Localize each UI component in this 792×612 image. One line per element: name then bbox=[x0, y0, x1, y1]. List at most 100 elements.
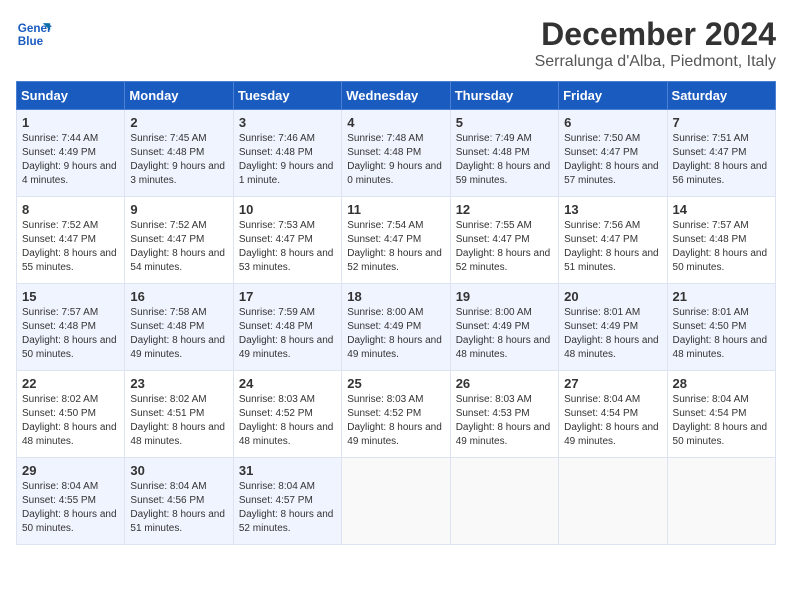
cell-details: Sunrise: 7:44 AMSunset: 4:49 PMDaylight:… bbox=[22, 132, 119, 188]
day-number: 18 bbox=[347, 289, 444, 304]
month-title: December 2024 bbox=[535, 16, 776, 53]
weekday-wednesday: Wednesday bbox=[342, 82, 450, 110]
calendar-cell: 1 Sunrise: 7:44 AMSunset: 4:49 PMDaylight… bbox=[17, 110, 125, 197]
calendar-cell: 9 Sunrise: 7:52 AMSunset: 4:47 PMDaylight… bbox=[125, 197, 233, 284]
calendar-cell: 27 Sunrise: 8:04 AMSunset: 4:54 PMDayligh… bbox=[559, 371, 667, 458]
calendar-cell: 13 Sunrise: 7:56 AMSunset: 4:47 PMDayligh… bbox=[559, 197, 667, 284]
day-number: 11 bbox=[347, 202, 444, 217]
weekday-thursday: Thursday bbox=[450, 82, 558, 110]
calendar-cell: 22 Sunrise: 8:02 AMSunset: 4:50 PMDayligh… bbox=[17, 371, 125, 458]
day-number: 4 bbox=[347, 115, 444, 130]
day-number: 17 bbox=[239, 289, 336, 304]
calendar-cell: 17 Sunrise: 7:59 AMSunset: 4:48 PMDayligh… bbox=[233, 284, 341, 371]
day-number: 16 bbox=[130, 289, 227, 304]
week-row-5: 29Sunrise: 8:04 AMSunset: 4:55 PMDayligh… bbox=[17, 458, 776, 545]
calendar-cell bbox=[450, 458, 558, 545]
calendar-cell bbox=[342, 458, 450, 545]
calendar-cell: 6 Sunrise: 7:50 AMSunset: 4:47 PMDaylight… bbox=[559, 110, 667, 197]
day-number: 28 bbox=[673, 376, 770, 391]
cell-details: Sunrise: 8:03 AMSunset: 4:52 PMDaylight:… bbox=[347, 393, 444, 449]
cell-details: Sunrise: 7:46 AMSunset: 4:48 PMDaylight:… bbox=[239, 132, 336, 188]
calendar-cell: 4 Sunrise: 7:48 AMSunset: 4:48 PMDaylight… bbox=[342, 110, 450, 197]
cell-details: Sunrise: 7:54 AMSunset: 4:47 PMDaylight:… bbox=[347, 219, 444, 275]
day-number: 25 bbox=[347, 376, 444, 391]
day-number: 10 bbox=[239, 202, 336, 217]
cell-details: Sunrise: 7:52 AMSunset: 4:47 PMDaylight:… bbox=[22, 219, 119, 275]
location-title: Serralunga d'Alba, Piedmont, Italy bbox=[535, 53, 776, 71]
cell-details: Sunrise: 8:02 AMSunset: 4:50 PMDaylight:… bbox=[22, 393, 119, 449]
week-row-4: 22 Sunrise: 8:02 AMSunset: 4:50 PMDayligh… bbox=[17, 371, 776, 458]
day-number: 7 bbox=[673, 115, 770, 130]
day-number: 21 bbox=[673, 289, 770, 304]
day-number: 15 bbox=[22, 289, 119, 304]
cell-details: Sunrise: 8:02 AMSunset: 4:51 PMDaylight:… bbox=[130, 393, 227, 449]
day-number: 6 bbox=[564, 115, 661, 130]
calendar-cell: 28Sunrise: 8:04 AMSunset: 4:54 PMDayligh… bbox=[667, 371, 775, 458]
calendar-cell: 3 Sunrise: 7:46 AMSunset: 4:48 PMDaylight… bbox=[233, 110, 341, 197]
cell-details: Sunrise: 8:03 AMSunset: 4:53 PMDaylight:… bbox=[456, 393, 553, 449]
weekday-header-row: SundayMondayTuesdayWednesdayThursdayFrid… bbox=[17, 82, 776, 110]
title-area: December 2024 Serralunga d'Alba, Piedmon… bbox=[535, 16, 776, 71]
calendar-table: SundayMondayTuesdayWednesdayThursdayFrid… bbox=[16, 81, 776, 545]
cell-details: Sunrise: 8:01 AMSunset: 4:50 PMDaylight:… bbox=[673, 306, 770, 362]
cell-details: Sunrise: 8:00 AMSunset: 4:49 PMDaylight:… bbox=[456, 306, 553, 362]
cell-details: Sunrise: 7:56 AMSunset: 4:47 PMDaylight:… bbox=[564, 219, 661, 275]
day-number: 19 bbox=[456, 289, 553, 304]
calendar-cell: 18Sunrise: 8:00 AMSunset: 4:49 PMDayligh… bbox=[342, 284, 450, 371]
calendar-body: 1 Sunrise: 7:44 AMSunset: 4:49 PMDaylight… bbox=[17, 110, 776, 545]
calendar-cell: 29Sunrise: 8:04 AMSunset: 4:55 PMDayligh… bbox=[17, 458, 125, 545]
calendar-cell: 5Sunrise: 7:49 AMSunset: 4:48 PMDaylight… bbox=[450, 110, 558, 197]
cell-details: Sunrise: 7:52 AMSunset: 4:47 PMDaylight:… bbox=[130, 219, 227, 275]
week-row-2: 8Sunrise: 7:52 AMSunset: 4:47 PMDaylight… bbox=[17, 197, 776, 284]
day-number: 1 bbox=[22, 115, 119, 130]
cell-details: Sunrise: 7:57 AMSunset: 4:48 PMDaylight:… bbox=[673, 219, 770, 275]
calendar-cell: 10Sunrise: 7:53 AMSunset: 4:47 PMDayligh… bbox=[233, 197, 341, 284]
calendar-cell: 31Sunrise: 8:04 AMSunset: 4:57 PMDayligh… bbox=[233, 458, 341, 545]
calendar-cell: 11 Sunrise: 7:54 AMSunset: 4:47 PMDayligh… bbox=[342, 197, 450, 284]
logo: General Blue bbox=[16, 16, 52, 52]
day-number: 20 bbox=[564, 289, 661, 304]
day-number: 22 bbox=[22, 376, 119, 391]
calendar-cell: 12 Sunrise: 7:55 AMSunset: 4:47 PMDayligh… bbox=[450, 197, 558, 284]
day-number: 27 bbox=[564, 376, 661, 391]
calendar-cell: 23 Sunrise: 8:02 AMSunset: 4:51 PMDayligh… bbox=[125, 371, 233, 458]
cell-details: Sunrise: 8:03 AMSunset: 4:52 PMDaylight:… bbox=[239, 393, 336, 449]
day-number: 12 bbox=[456, 202, 553, 217]
calendar-cell: 14 Sunrise: 7:57 AMSunset: 4:48 PMDayligh… bbox=[667, 197, 775, 284]
cell-details: Sunrise: 7:57 AMSunset: 4:48 PMDaylight:… bbox=[22, 306, 119, 362]
cell-details: Sunrise: 7:45 AMSunset: 4:48 PMDaylight:… bbox=[130, 132, 227, 188]
calendar-cell: 24 Sunrise: 8:03 AMSunset: 4:52 PMDayligh… bbox=[233, 371, 341, 458]
day-number: 14 bbox=[673, 202, 770, 217]
calendar-cell: 2Sunrise: 7:45 AMSunset: 4:48 PMDaylight… bbox=[125, 110, 233, 197]
cell-details: Sunrise: 7:59 AMSunset: 4:48 PMDaylight:… bbox=[239, 306, 336, 362]
calendar-cell bbox=[559, 458, 667, 545]
cell-details: Sunrise: 8:04 AMSunset: 4:55 PMDaylight:… bbox=[22, 480, 119, 536]
cell-details: Sunrise: 8:04 AMSunset: 4:54 PMDaylight:… bbox=[564, 393, 661, 449]
weekday-friday: Friday bbox=[559, 82, 667, 110]
calendar-cell: 25 Sunrise: 8:03 AMSunset: 4:52 PMDayligh… bbox=[342, 371, 450, 458]
weekday-sunday: Sunday bbox=[17, 82, 125, 110]
calendar-cell: 19 Sunrise: 8:00 AMSunset: 4:49 PMDayligh… bbox=[450, 284, 558, 371]
cell-details: Sunrise: 7:49 AMSunset: 4:48 PMDaylight:… bbox=[456, 132, 553, 188]
day-number: 24 bbox=[239, 376, 336, 391]
calendar-cell bbox=[667, 458, 775, 545]
day-number: 9 bbox=[130, 202, 227, 217]
cell-details: Sunrise: 8:04 AMSunset: 4:56 PMDaylight:… bbox=[130, 480, 227, 536]
cell-details: Sunrise: 7:50 AMSunset: 4:47 PMDaylight:… bbox=[564, 132, 661, 188]
svg-text:Blue: Blue bbox=[18, 35, 44, 48]
cell-details: Sunrise: 7:55 AMSunset: 4:47 PMDaylight:… bbox=[456, 219, 553, 275]
calendar-cell: 30 Sunrise: 8:04 AMSunset: 4:56 PMDayligh… bbox=[125, 458, 233, 545]
day-number: 31 bbox=[239, 463, 336, 478]
calendar-cell: 21 Sunrise: 8:01 AMSunset: 4:50 PMDayligh… bbox=[667, 284, 775, 371]
week-row-1: 1 Sunrise: 7:44 AMSunset: 4:49 PMDaylight… bbox=[17, 110, 776, 197]
cell-details: Sunrise: 7:48 AMSunset: 4:48 PMDaylight:… bbox=[347, 132, 444, 188]
weekday-saturday: Saturday bbox=[667, 82, 775, 110]
day-number: 3 bbox=[239, 115, 336, 130]
logo-icon: General Blue bbox=[16, 16, 52, 52]
header: General Blue December 2024 Serralunga d'… bbox=[16, 16, 776, 71]
day-number: 30 bbox=[130, 463, 227, 478]
weekday-tuesday: Tuesday bbox=[233, 82, 341, 110]
calendar-cell: 7Sunrise: 7:51 AMSunset: 4:47 PMDaylight… bbox=[667, 110, 775, 197]
day-number: 13 bbox=[564, 202, 661, 217]
day-number: 23 bbox=[130, 376, 227, 391]
